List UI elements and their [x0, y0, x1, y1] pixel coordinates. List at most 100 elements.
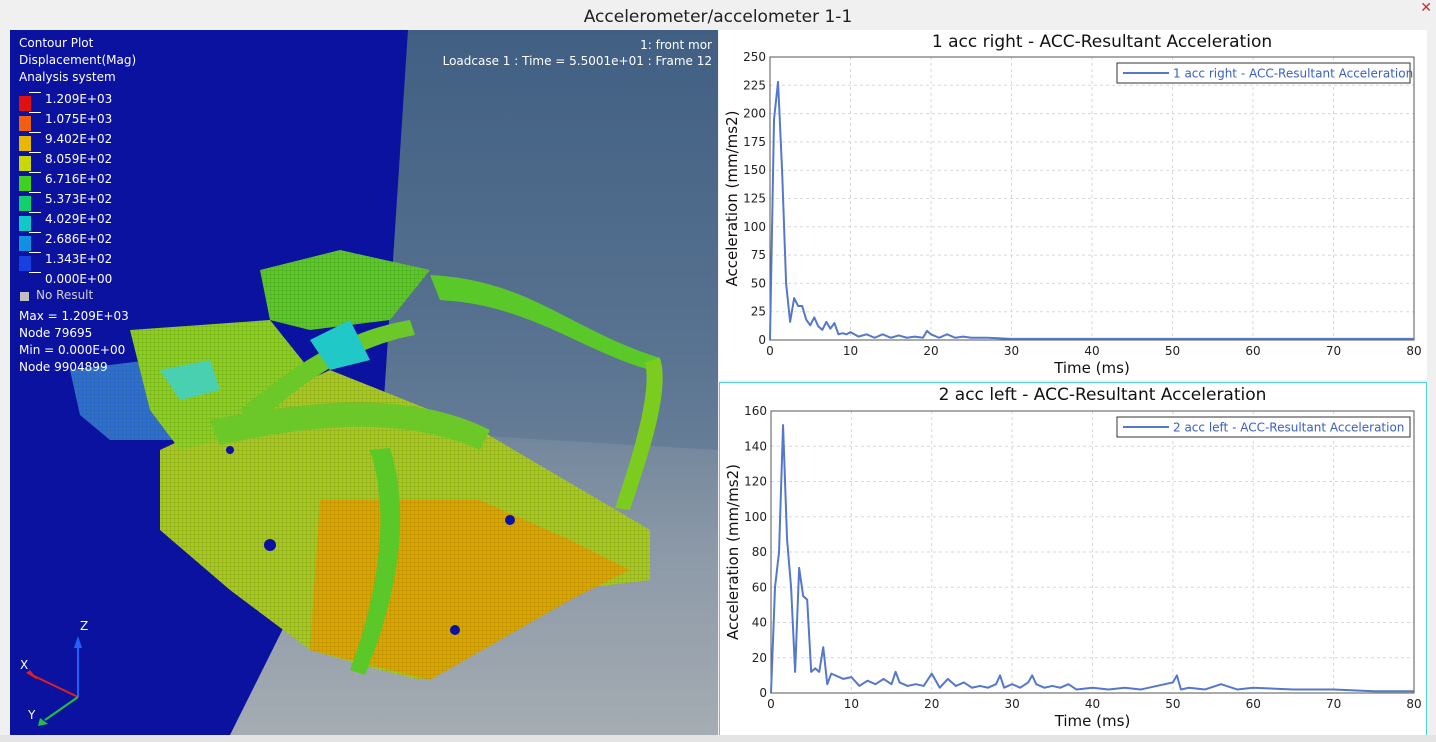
data-point — [809, 324, 812, 327]
data-point — [1051, 685, 1054, 687]
data-point — [1413, 338, 1415, 340]
data-point — [1211, 338, 1214, 340]
data-point — [1292, 338, 1295, 340]
data-point — [845, 333, 848, 336]
data-point — [914, 683, 917, 685]
data-point — [930, 672, 933, 675]
data-point — [1172, 681, 1174, 684]
x-tick-label: 80 — [1406, 344, 1421, 358]
data-point — [778, 551, 780, 553]
data-point — [874, 683, 877, 685]
data-point — [833, 322, 836, 324]
data-point — [995, 683, 997, 685]
data-point — [1176, 674, 1178, 677]
data-point — [785, 282, 787, 285]
legend-tick — [29, 272, 41, 273]
data-point — [1204, 688, 1206, 691]
legend-tick — [29, 192, 41, 193]
x-tick-label: 70 — [1326, 697, 1341, 711]
contour-type: Displacement(Mag) — [19, 53, 137, 67]
y-tick-label: 80 — [752, 545, 767, 559]
data-point — [898, 334, 900, 337]
data-point — [842, 678, 845, 680]
data-point — [1075, 688, 1078, 691]
chart-left-svg[interactable]: 2 acc left - ACC-Resultant Acceleration 0… — [720, 383, 1426, 735]
data-point — [938, 686, 941, 689]
data-point — [826, 683, 829, 685]
data-point — [865, 333, 868, 336]
data-point — [1180, 688, 1182, 691]
wall-shadow — [382, 30, 718, 450]
chart-right-svg[interactable]: 1 acc right - ACC-Resultant Acceleration… — [719, 30, 1427, 380]
data-point — [798, 567, 800, 569]
data-point — [781, 169, 783, 171]
data-point — [1236, 688, 1238, 691]
data-point — [797, 305, 799, 307]
contour-viewport[interactable]: Contour Plot Displacement(Mag) Analysis … — [10, 30, 718, 735]
data-point — [1107, 688, 1110, 691]
legend-swatch — [19, 156, 31, 171]
y-tick-label: 100 — [744, 510, 767, 524]
y-tick-label: 125 — [743, 192, 766, 206]
data-point — [889, 336, 892, 339]
legend-swatch — [19, 216, 31, 231]
contour-title: Contour Plot — [19, 36, 94, 50]
close-icon[interactable]: ✕ — [1420, 0, 1432, 16]
legend-tick — [29, 132, 41, 133]
triad-y-label: Y — [28, 708, 36, 722]
legend-value: 8.059E+02 — [45, 152, 113, 166]
chart-panel-left[interactable]: 2 acc left - ACC-Resultant Acceleration 0… — [719, 382, 1427, 736]
data-point — [817, 325, 820, 328]
data-point — [1292, 688, 1295, 691]
data-point — [1091, 338, 1093, 340]
data-point — [970, 336, 973, 339]
model-name: 1: front mor — [640, 38, 712, 52]
data-point — [849, 331, 852, 333]
data-point — [821, 329, 824, 331]
y-tick-label: 50 — [751, 276, 766, 290]
legend-swatch — [19, 236, 31, 251]
data-point — [930, 333, 932, 336]
legend-swatch — [19, 196, 31, 211]
data-point — [770, 692, 772, 694]
data-point — [922, 336, 924, 339]
data-point — [825, 321, 828, 323]
legend-tick — [29, 152, 41, 153]
data-point — [898, 681, 901, 684]
model-scene[interactable] — [10, 30, 718, 735]
data-point — [1156, 685, 1158, 687]
legend-value: 1.075E+03 — [45, 112, 113, 126]
data-point — [1252, 338, 1254, 340]
data-point — [774, 586, 776, 589]
y-tick-label: 40 — [752, 616, 767, 630]
legend-value: 9.402E+02 — [45, 132, 113, 146]
y-tick-label: 175 — [743, 135, 766, 149]
x-tick-label: 60 — [1245, 344, 1260, 358]
legend-swatch — [19, 256, 31, 271]
data-point — [882, 678, 885, 680]
data-point — [806, 598, 808, 601]
y-tick-label: 120 — [744, 475, 767, 489]
data-point — [955, 685, 957, 687]
y-tick-label: 20 — [752, 651, 767, 665]
data-point — [926, 330, 928, 332]
x-tick-label: 40 — [1084, 344, 1099, 358]
y-tick-label: 225 — [743, 78, 766, 92]
legend-value: 6.716E+02 — [45, 172, 113, 186]
data-point — [1050, 338, 1053, 340]
data-point — [793, 297, 795, 299]
data-point — [954, 336, 956, 339]
x-tick-label: 40 — [1085, 697, 1100, 711]
x-tick-label: 50 — [1165, 344, 1180, 358]
min-label: Min = 0.000E+00 — [19, 343, 126, 357]
status-bar — [0, 735, 1436, 742]
chart-panel-right[interactable]: 1 acc right - ACC-Resultant Acceleration… — [719, 30, 1427, 380]
legend-value: 4.029E+02 — [45, 212, 113, 226]
x-axis-label: Time (ms) — [1054, 712, 1131, 730]
chart-title: 2 acc left - ACC-Resultant Acceleration — [939, 385, 1267, 405]
data-point — [906, 685, 909, 687]
legend-value: 0.000E+00 — [45, 272, 113, 286]
data-point — [986, 336, 989, 339]
data-point — [963, 681, 965, 684]
legend-label: 2 acc left - ACC-Resultant Acceleration — [1173, 421, 1404, 435]
